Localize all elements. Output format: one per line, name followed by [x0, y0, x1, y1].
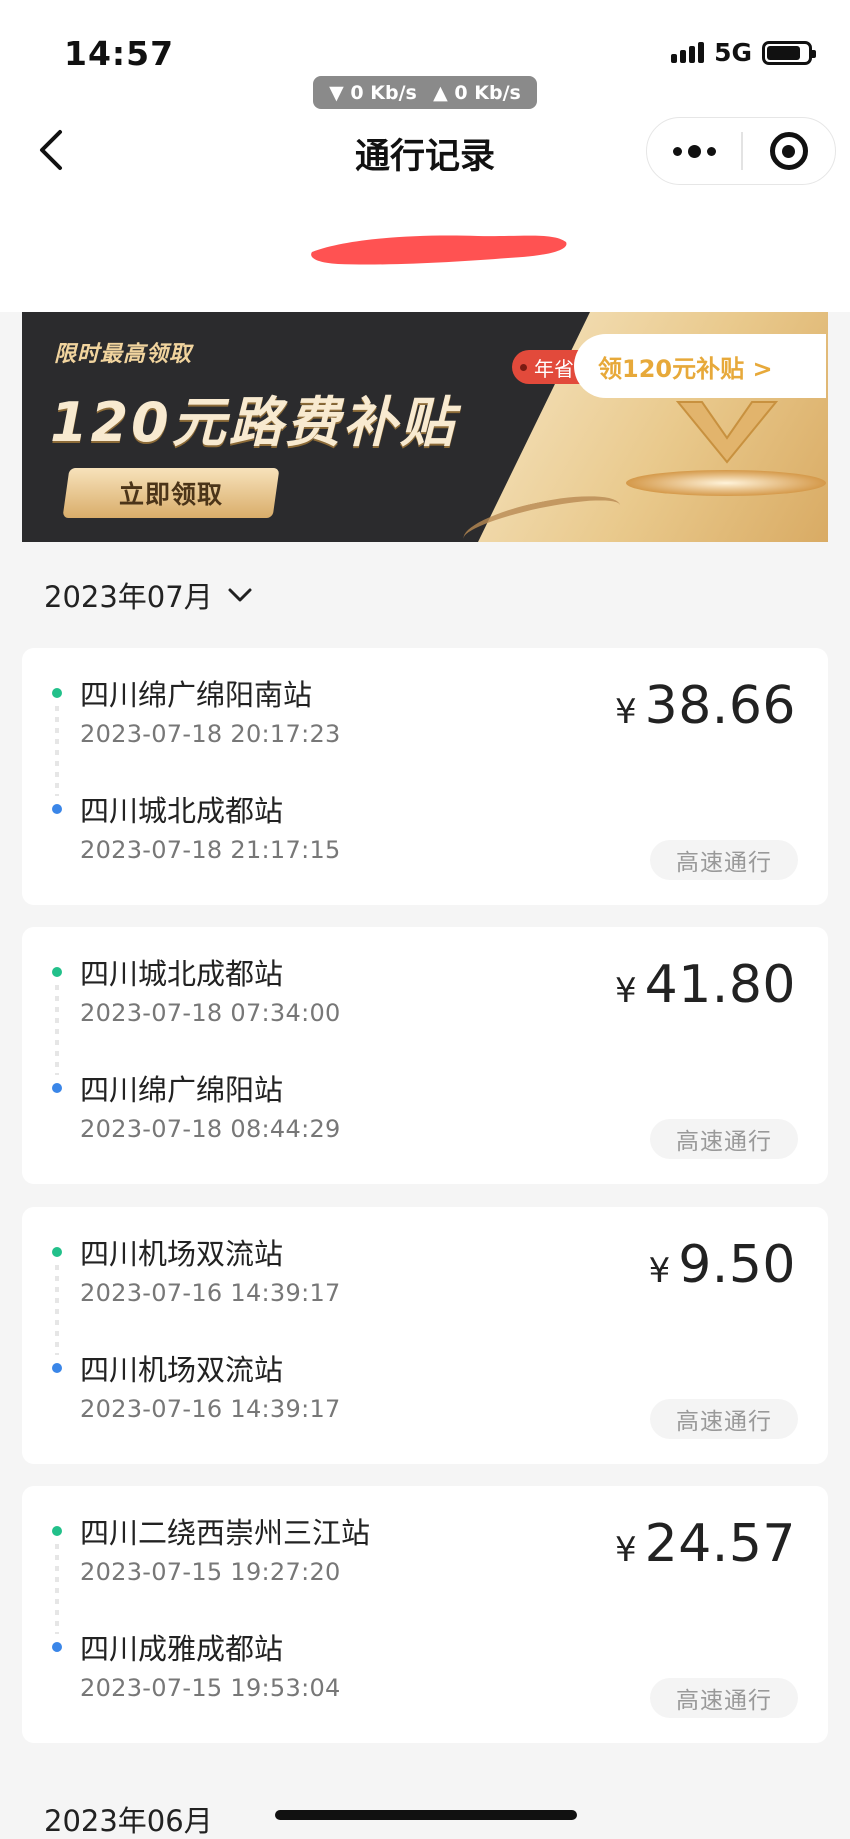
banner-small-text: 限时最高领取 — [54, 342, 193, 367]
exit-station: 四川绵广绵阳站 — [80, 1073, 284, 1107]
exit-station: 四川成雅成都站 — [80, 1632, 284, 1666]
close-miniprogram-button[interactable] — [743, 132, 836, 170]
start-dot — [52, 967, 62, 977]
claim-now-button[interactable]: 立即领取 — [62, 468, 280, 518]
exit-station: 四川机场双流站 — [80, 1353, 284, 1387]
subsidy-banner[interactable]: 限时最高领取 120元路费补贴 立即领取 年省 领120元补贴 > — [22, 312, 828, 542]
network-type: 5G — [714, 38, 752, 67]
more-button[interactable] — [647, 118, 741, 184]
download-speed: ▼ 0 Kb/s — [329, 81, 417, 104]
v-badge-icon — [675, 401, 779, 464]
record-card[interactable]: 四川城北成都站 2023-07-18 07:34:00 四川绵广绵阳站 2023… — [22, 927, 828, 1184]
start-dot — [52, 1247, 62, 1257]
toll-amount: ¥ 9.50 — [649, 1235, 796, 1295]
currency-symbol: ¥ — [614, 1530, 637, 1570]
month-selector[interactable]: 2023年07月 — [44, 574, 253, 616]
banner-headline: 120元路费补贴 — [50, 391, 457, 454]
redaction-mark — [311, 235, 567, 265]
end-dot — [52, 804, 62, 814]
miniprogram-capsule — [646, 117, 836, 185]
claim-subsidy-button[interactable]: 领120元补贴 > — [574, 334, 826, 398]
route-line — [55, 985, 59, 1075]
entry-station: 四川二绕西崇州三江站 — [80, 1516, 371, 1550]
entry-time: 2023-07-18 07:34:00 — [80, 999, 341, 1027]
entry-station: 四川机场双流站 — [80, 1237, 284, 1271]
upload-speed: ▲ 0 Kb/s — [433, 81, 521, 104]
toll-amount: ¥ 41.80 — [615, 955, 796, 1015]
entry-time: 2023-07-15 19:27:20 — [80, 1558, 341, 1586]
end-dot — [52, 1363, 62, 1373]
highway-badge: 高速通行 — [650, 1399, 798, 1439]
toll-amount: ¥ 38.66 — [615, 676, 796, 736]
start-dot — [52, 688, 62, 698]
record-card[interactable]: 四川机场双流站 2023-07-16 14:39:17 四川机场双流站 2023… — [22, 1207, 828, 1464]
record-card[interactable]: 四川二绕西崇州三江站 2023-07-15 19:27:20 四川成雅成都站 2… — [22, 1486, 828, 1743]
route-line — [55, 706, 59, 796]
network-speed-pill: ▼ 0 Kb/s ▲ 0 Kb/s — [313, 76, 537, 109]
exit-time: 2023-07-16 14:39:17 — [80, 1395, 341, 1423]
amount-value: 38.66 — [644, 676, 796, 736]
highway-badge: 高速通行 — [650, 1119, 798, 1159]
route-line — [55, 1265, 59, 1355]
top-header-area: 14:57 5G ▼ 0 Kb/s ▲ 0 Kb/s 通行记录 — [0, 0, 850, 312]
highway-badge: 高速通行 — [650, 1678, 798, 1718]
status-indicators: 5G — [671, 38, 816, 67]
exit-time: 2023-07-18 08:44:29 — [80, 1115, 341, 1143]
entry-time: 2023-07-18 20:17:23 — [80, 720, 341, 748]
currency-symbol: ¥ — [614, 971, 637, 1011]
exit-time: 2023-07-15 19:53:04 — [80, 1674, 341, 1702]
more-dots-icon — [672, 144, 716, 158]
currency-symbol: ¥ — [648, 1251, 671, 1291]
chevron-down-icon — [228, 588, 252, 602]
route-line — [55, 1544, 59, 1634]
entry-station: 四川城北成都站 — [80, 957, 284, 991]
highway-badge: 高速通行 — [650, 840, 798, 880]
record-card[interactable]: 四川绵广绵阳南站 2023-07-18 20:17:23 四川城北成都站 202… — [22, 648, 828, 905]
amount-value: 41.80 — [644, 955, 796, 1015]
end-dot — [52, 1083, 62, 1093]
amount-value: 9.50 — [678, 1235, 796, 1295]
amount-value: 24.57 — [644, 1514, 796, 1574]
end-dot — [52, 1642, 62, 1652]
battery-icon — [762, 40, 816, 65]
target-icon — [769, 132, 808, 170]
signal-icon — [671, 42, 705, 63]
exit-station: 四川城北成都站 — [80, 794, 284, 828]
entry-station: 四川绵广绵阳南站 — [80, 678, 313, 712]
pedestal-decoration — [626, 470, 826, 496]
home-indicator[interactable] — [275, 1810, 577, 1820]
entry-time: 2023-07-16 14:39:17 — [80, 1279, 341, 1307]
month-label: 2023年07月 — [44, 580, 213, 614]
currency-symbol: ¥ — [614, 692, 637, 732]
page: 14:57 5G ▼ 0 Kb/s ▲ 0 Kb/s 通行记录 限时最高领取 1… — [0, 0, 850, 1839]
status-time: 14:57 — [64, 34, 175, 73]
toll-amount: ¥ 24.57 — [615, 1514, 796, 1574]
exit-time: 2023-07-18 21:17:15 — [80, 836, 341, 864]
start-dot — [52, 1526, 62, 1536]
month-header-next: 2023年06月 — [44, 1804, 213, 1838]
